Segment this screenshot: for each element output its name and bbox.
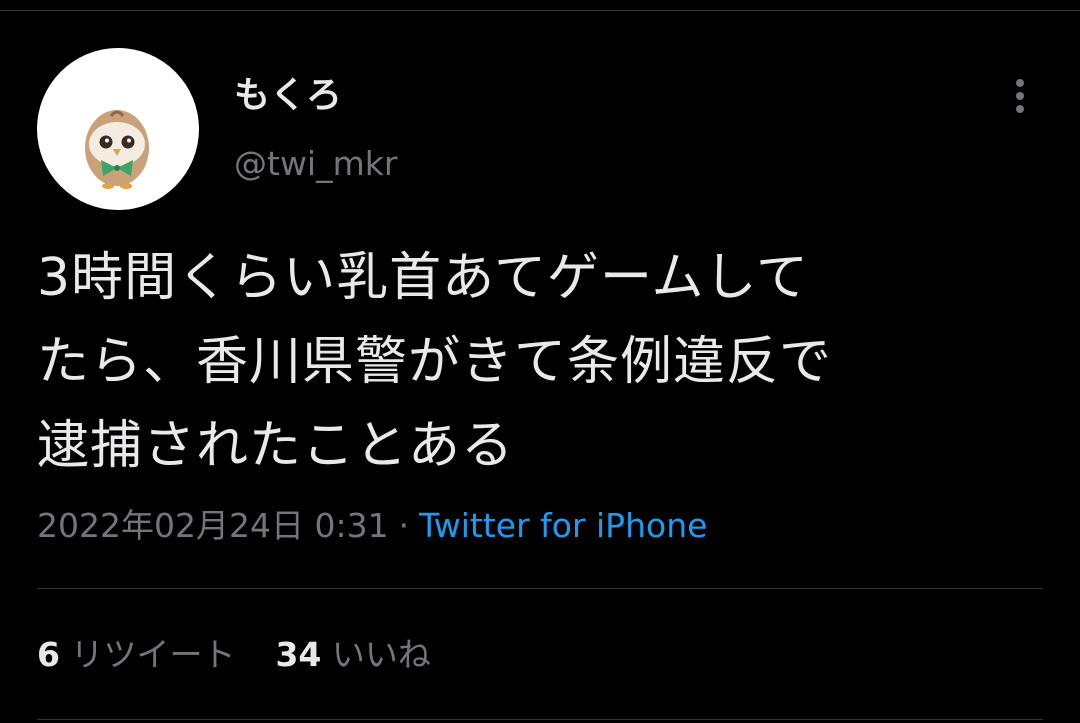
more-vertical-icon[interactable] bbox=[1006, 75, 1034, 117]
display-name[interactable]: もくろ bbox=[234, 72, 342, 120]
likes-stat[interactable]: 34 いいね bbox=[275, 635, 430, 674]
stats-divider bbox=[37, 588, 1043, 589]
more-dot bbox=[1016, 92, 1024, 100]
source-link[interactable]: Twitter for iPhone bbox=[419, 506, 707, 545]
tweet-text: 3時間くらい乳首あてゲームして たら、香川県警がきて条例違反で 逮捕されたことあ… bbox=[37, 248, 833, 476]
more-dot bbox=[1016, 105, 1024, 113]
retweets-stat[interactable]: 6 リツイート bbox=[37, 635, 235, 674]
retweets-count: 6 bbox=[37, 635, 60, 674]
user-handle[interactable]: @twi_mkr bbox=[234, 142, 397, 186]
likes-label: いいね bbox=[331, 635, 431, 674]
tweet-meta: 2022年02月24日 0:31 · Twitter for iPhone bbox=[37, 502, 707, 550]
retweets-label: リツイート bbox=[70, 635, 236, 674]
more-dot bbox=[1016, 79, 1024, 87]
timestamp[interactable]: 2022年02月24日 0:31 bbox=[37, 506, 389, 545]
avatar[interactable] bbox=[37, 48, 199, 210]
top-divider bbox=[0, 10, 1080, 11]
bottom-divider bbox=[37, 719, 1043, 720]
owl-avatar-icon bbox=[85, 110, 149, 189]
tweet-stats: 6 リツイート 34 いいね bbox=[37, 630, 431, 680]
meta-separator: · bbox=[398, 506, 410, 545]
likes-count: 34 bbox=[275, 635, 322, 674]
